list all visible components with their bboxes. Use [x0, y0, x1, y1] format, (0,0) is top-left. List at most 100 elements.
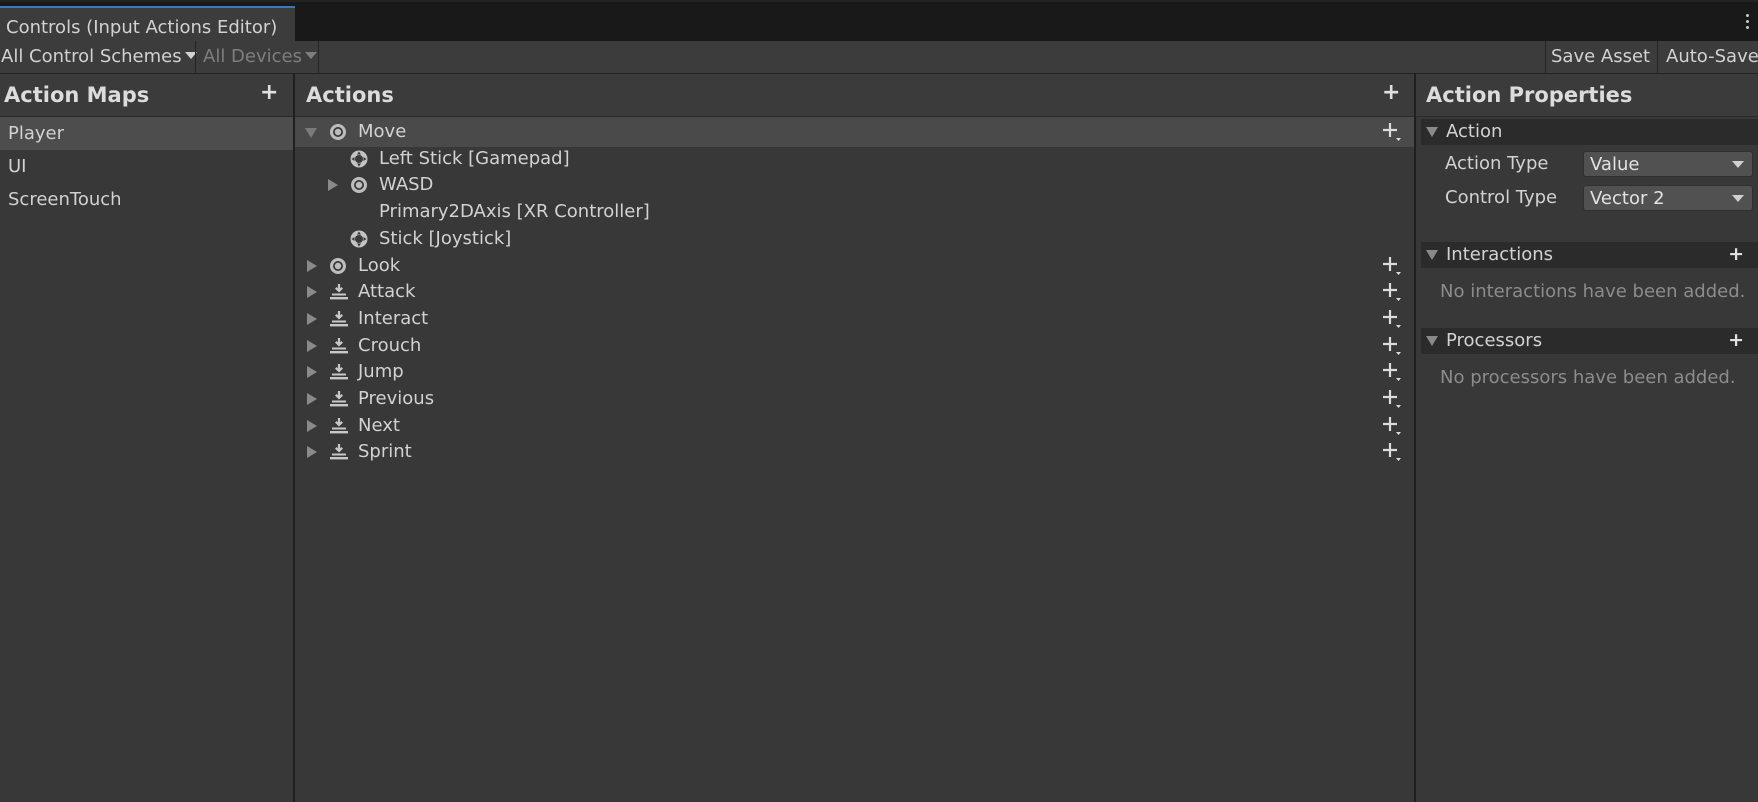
action-map-item-ui[interactable]: UI	[0, 150, 294, 183]
foldout-down-icon[interactable]	[305, 128, 317, 138]
action-label: Jump	[358, 361, 404, 383]
action-row-jump[interactable]: Jump	[295, 357, 1414, 387]
binding-label: WASD	[379, 174, 434, 196]
gamepad-stick-icon	[350, 230, 368, 248]
add-binding-icon[interactable]	[1382, 441, 1402, 463]
button-action-icon	[329, 390, 348, 408]
foldout-right-icon[interactable]	[307, 339, 317, 352]
action-row-crouch[interactable]: Crouch	[295, 331, 1414, 361]
button-action-icon	[329, 417, 348, 435]
foldout-right-icon[interactable]	[307, 286, 317, 299]
processors-empty-message: No processors have been added.	[1440, 367, 1736, 388]
binding-label: Left Stick [Gamepad]	[379, 147, 570, 169]
action-label: Move	[358, 121, 407, 142]
action-section-header[interactable]: Action	[1421, 119, 1758, 145]
value-action-icon	[329, 257, 347, 275]
chevron-down-icon	[304, 51, 317, 59]
toolbar-divider	[1545, 41, 1546, 73]
action-properties-title: Action Properties	[1426, 83, 1633, 107]
control-type-dropdown[interactable]: Vector 2	[1583, 185, 1753, 211]
action-map-item-screentouch[interactable]: ScreenTouch	[0, 183, 294, 216]
action-section-title: Action	[1446, 121, 1503, 142]
button-action-icon	[329, 337, 348, 355]
button-action-icon	[329, 443, 348, 461]
foldout-right-icon[interactable]	[307, 259, 317, 272]
more-options-icon[interactable]	[1744, 14, 1750, 32]
binding-label: Primary2DAxis [XR Controller]	[379, 201, 650, 223]
devices-dropdown[interactable]: All Devices	[203, 41, 317, 73]
editor-toolbar: All Control Schemes All Devices Save Ass…	[0, 41, 1758, 74]
action-type-label: Action Type	[1445, 153, 1549, 174]
add-binding-icon[interactable]	[1382, 308, 1402, 330]
action-maps-header: Action Maps +	[0, 74, 294, 117]
devices-label: All Devices	[203, 46, 302, 67]
button-action-icon	[329, 363, 348, 381]
foldout-right-icon[interactable]	[307, 393, 317, 405]
toolbar-divider	[1657, 41, 1658, 73]
add-binding-icon[interactable]	[1382, 415, 1402, 437]
binding-row-stick-joystick[interactable]: Stick [Joystick]	[295, 224, 1414, 254]
action-row-attack[interactable]: Attack	[295, 277, 1414, 307]
button-action-icon	[329, 310, 348, 328]
binding-label: Stick [Joystick]	[379, 227, 512, 249]
foldout-right-icon[interactable]	[328, 179, 338, 192]
auto-save-toggle[interactable]: Auto-Save	[1666, 41, 1758, 73]
interactions-empty-message: No interactions have been added.	[1440, 281, 1746, 302]
processors-section-header[interactable]: Processors +	[1421, 328, 1758, 354]
foldout-right-icon[interactable]	[307, 446, 317, 459]
control-schemes-dropdown[interactable]: All Control Schemes	[1, 41, 197, 73]
action-label: Attack	[358, 281, 416, 303]
interactions-section-title: Interactions	[1446, 244, 1554, 265]
composite-icon	[350, 176, 368, 194]
add-action-map-button[interactable]: +	[260, 82, 278, 104]
add-binding-icon[interactable]	[1382, 281, 1402, 303]
add-binding-icon[interactable]	[1382, 388, 1402, 410]
action-label: Crouch	[358, 334, 422, 356]
action-row-interact[interactable]: Interact	[295, 304, 1414, 334]
value-action-icon	[329, 123, 347, 141]
foldout-down-icon	[1426, 336, 1438, 346]
foldout-right-icon[interactable]	[307, 312, 317, 325]
processors-section-title: Processors	[1446, 330, 1543, 351]
binding-row-wasd[interactable]: WASD	[295, 170, 1414, 200]
action-label: Look	[358, 254, 401, 276]
interactions-section-header[interactable]: Interactions +	[1421, 242, 1758, 268]
action-row-look[interactable]: Look	[295, 251, 1414, 281]
action-label: Next	[358, 414, 400, 436]
add-binding-icon[interactable]	[1382, 335, 1402, 357]
chevron-down-icon	[1732, 161, 1744, 168]
chevron-down-icon	[1732, 195, 1744, 202]
action-properties-pane: Action Properties Action Action Type Val…	[1416, 74, 1758, 802]
action-type-value: Value	[1590, 154, 1640, 175]
window-tab[interactable]: Controls (Input Actions Editor)	[0, 6, 295, 43]
action-label: Sprint	[358, 441, 412, 463]
action-row-sprint[interactable]: Sprint	[295, 437, 1414, 467]
add-interaction-button[interactable]: +	[1728, 243, 1744, 265]
binding-row-left-stick-gamepad[interactable]: Left Stick [Gamepad]	[295, 144, 1414, 174]
action-row-move[interactable]: Move	[295, 117, 1414, 147]
control-type-label: Control Type	[1445, 187, 1558, 208]
add-binding-icon[interactable]	[1382, 121, 1402, 143]
action-row-next[interactable]: Next	[295, 411, 1414, 441]
foldout-right-icon[interactable]	[307, 419, 317, 432]
action-type-dropdown[interactable]: Value	[1583, 151, 1753, 177]
control-type-value: Vector 2	[1590, 188, 1665, 209]
button-action-icon	[329, 283, 348, 301]
add-action-button[interactable]: +	[1382, 82, 1400, 104]
foldout-down-icon	[1426, 127, 1438, 137]
action-label: Interact	[358, 307, 429, 329]
toolbar-divider	[195, 41, 196, 73]
action-map-item-player[interactable]: Player	[0, 117, 294, 150]
control-schemes-label: All Control Schemes	[1, 46, 182, 67]
binding-row-primary2daxis-xr-controller[interactable]: Primary2DAxis [XR Controller]	[295, 197, 1414, 227]
window-tab-bar: Controls (Input Actions Editor)	[0, 0, 1758, 43]
add-binding-icon[interactable]	[1382, 361, 1402, 383]
add-processor-button[interactable]: +	[1728, 329, 1744, 351]
action-row-previous[interactable]: Previous	[295, 384, 1414, 414]
add-binding-icon[interactable]	[1382, 255, 1402, 277]
foldout-right-icon[interactable]	[307, 366, 317, 379]
save-asset-button[interactable]: Save Asset	[1551, 41, 1650, 73]
action-maps-pane: Action Maps + Player UI ScreenTouch	[0, 74, 294, 802]
toolbar-divider	[318, 41, 319, 73]
window-tab-title: Controls (Input Actions Editor)	[6, 17, 278, 38]
